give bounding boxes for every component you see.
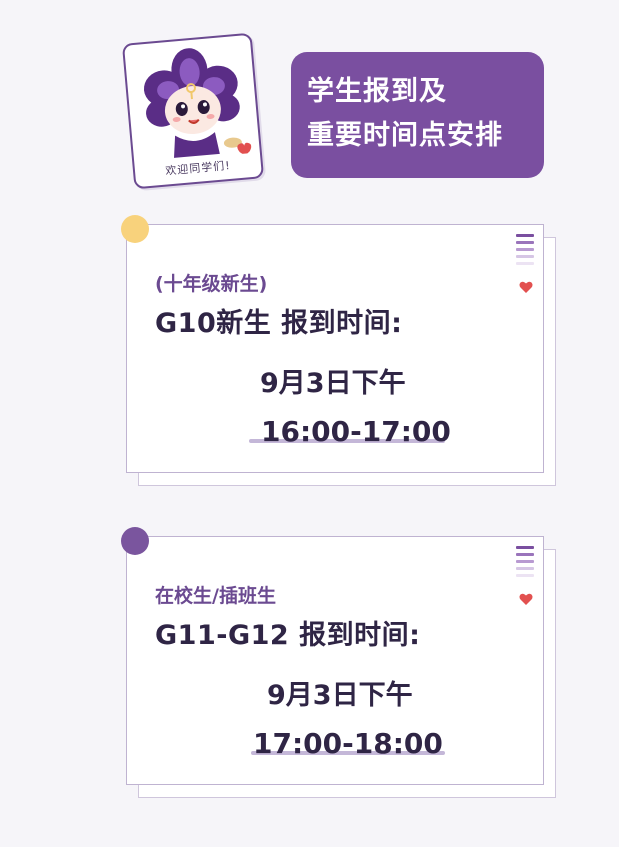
registration-card-g11-g12: 在校生/插班生 G11-G12 报到时间: 9月3日下午 17:00-18:00 <box>121 527 558 798</box>
title-line-1: 学生报到及 <box>307 76 447 107</box>
card-time: 16:00-17:00 <box>261 415 451 448</box>
mascot-flower-icon <box>143 48 252 158</box>
registration-card-g10: (十年级新生) G10新生 报到时间: 9月3日下午 16:00-17:00 <box>121 215 558 486</box>
card-body: (十年级新生) G10新生 报到时间: 9月3日下午 16:00-17:00 <box>121 215 544 473</box>
card-tag: (十年级新生) <box>155 273 268 295</box>
heart-icon <box>519 593 533 605</box>
title-banner: 学生报到及 重要时间点安排 <box>291 52 544 178</box>
card-body: 在校生/插班生 G11-G12 报到时间: 9月3日下午 17:00-18:00 <box>121 527 544 785</box>
card-date: 9月3日下午 <box>260 368 406 399</box>
card-heading: G10新生 报到时间: <box>155 308 403 339</box>
stripes-decoration-icon <box>516 546 534 581</box>
decor-dot <box>121 527 149 555</box>
stripes-decoration-icon <box>516 234 534 269</box>
mascot-card: 欢迎同学们! <box>121 32 265 190</box>
card-date: 9月3日下午 <box>267 680 413 711</box>
title-line-2: 重要时间点安排 <box>307 120 503 151</box>
card-time: 17:00-18:00 <box>253 727 443 760</box>
heart-icon <box>519 281 533 293</box>
decor-dot <box>121 215 149 243</box>
card-tag: 在校生/插班生 <box>155 585 276 607</box>
card-heading: G11-G12 报到时间: <box>155 620 421 651</box>
